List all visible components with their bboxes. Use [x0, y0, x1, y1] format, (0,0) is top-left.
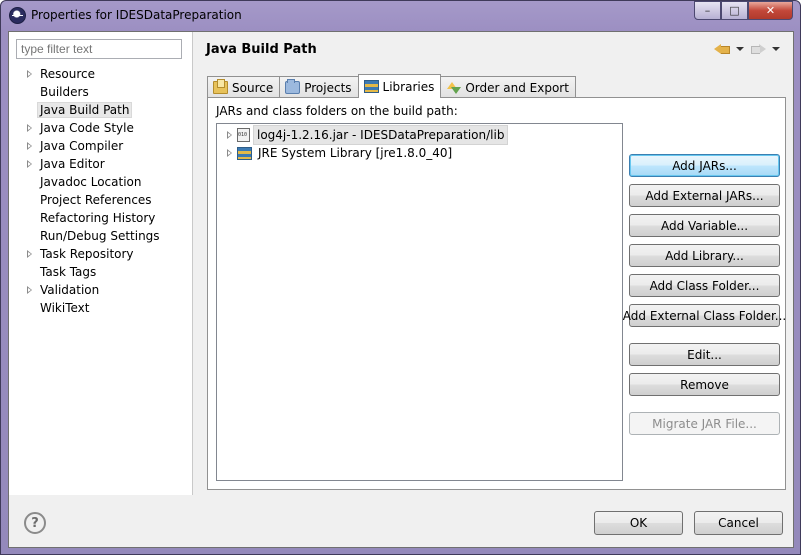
library-entry-log4j[interactable]: log4j-1.2.16.jar - IDESDataPreparation/l…	[217, 125, 622, 145]
tree-item-validation[interactable]: Validation	[9, 281, 193, 299]
tree-item-label: Project References	[40, 193, 152, 207]
tree-item-label: WikiText	[40, 301, 90, 315]
migrate-jar-button: Migrate JAR File...	[629, 412, 780, 435]
tree-item-label: Task Repository	[40, 247, 134, 261]
tree-item-label: Refactoring History	[40, 211, 156, 225]
tab-label: Libraries	[382, 79, 435, 94]
tree-item-javadoc-location[interactable]: Javadoc Location	[9, 173, 193, 191]
minimize-button[interactable]: –	[694, 1, 721, 20]
tree-item-label: Java Build Path	[37, 102, 133, 118]
build-path-tabs: Source Projects Libraries Order and Expo…	[207, 74, 576, 98]
tree-item-task-tags[interactable]: Task Tags	[9, 263, 193, 281]
edit-button[interactable]: Edit...	[629, 343, 780, 366]
tree-item-java-code-style[interactable]: Java Code Style	[9, 119, 193, 137]
projects-folder-icon	[285, 79, 301, 94]
tree-item-resource[interactable]: Resource	[9, 65, 193, 83]
add-library-button[interactable]: Add Library...	[629, 244, 780, 267]
expand-arrow-icon[interactable]	[27, 142, 32, 150]
title-bar[interactable]: Properties for IDESDataPreparation – □ ✕	[1, 1, 800, 31]
back-arrow-icon[interactable]	[714, 42, 730, 56]
libraries-icon	[363, 80, 379, 93]
remove-button[interactable]: Remove	[629, 373, 780, 396]
library-entry-label: log4j-1.2.16.jar - IDESDataPreparation/l…	[253, 125, 509, 145]
tab-libraries[interactable]: Libraries	[357, 74, 442, 98]
order-export-icon	[446, 81, 462, 94]
libraries-heading: JARs and class folders on the build path…	[216, 104, 458, 118]
property-tree: Resource Builders Java Build Path Java C…	[9, 65, 193, 317]
tab-projects[interactable]: Projects	[279, 76, 359, 98]
tree-item-java-editor[interactable]: Java Editor	[9, 155, 193, 173]
tab-label: Source	[232, 80, 274, 95]
tree-item-label: Java Editor	[40, 157, 105, 171]
tree-item-refactoring-history[interactable]: Refactoring History	[9, 209, 193, 227]
libraries-panel: JARs and class folders on the build path…	[207, 97, 786, 490]
tree-item-label: Run/Debug Settings	[40, 229, 160, 243]
tree-item-builders[interactable]: Builders	[9, 83, 193, 101]
expand-arrow-icon[interactable]	[27, 124, 32, 132]
library-entry-jre[interactable]: JRE System Library [jre1.8.0_40]	[217, 144, 622, 162]
eclipse-icon	[9, 7, 26, 24]
history-nav	[714, 42, 780, 56]
library-entry-label: JRE System Library [jre1.8.0_40]	[258, 146, 453, 160]
tree-item-task-repository[interactable]: Task Repository	[9, 245, 193, 263]
properties-window: Properties for IDESDataPreparation – □ ✕…	[0, 0, 801, 555]
tree-item-run-debug-settings[interactable]: Run/Debug Settings	[9, 227, 193, 245]
library-tree[interactable]: log4j-1.2.16.jar - IDESDataPreparation/l…	[216, 123, 623, 481]
property-page-nav: Resource Builders Java Build Path Java C…	[9, 32, 193, 495]
view-menu-icon[interactable]	[772, 47, 780, 51]
tree-item-label: Java Compiler	[40, 139, 124, 153]
tree-item-label: Resource	[40, 67, 96, 81]
tree-item-label: Validation	[40, 283, 100, 297]
tree-item-label: Builders	[40, 85, 89, 99]
expand-arrow-icon[interactable]	[27, 250, 32, 258]
tree-item-project-references[interactable]: Project References	[9, 191, 193, 209]
back-dropdown-icon[interactable]	[736, 47, 744, 51]
add-jars-button[interactable]: Add JARs...	[629, 154, 780, 177]
property-page: Java Build Path Source Projects Librarie…	[194, 32, 793, 495]
tree-item-label: Task Tags	[40, 265, 97, 279]
add-external-class-folder-button[interactable]: Add External Class Folder...	[623, 304, 786, 327]
tree-item-wikitext[interactable]: WikiText	[9, 299, 193, 317]
tab-label: Order and Export	[465, 80, 569, 95]
cancel-button[interactable]: Cancel	[694, 511, 783, 535]
tab-source[interactable]: Source	[207, 76, 281, 98]
source-folder-icon	[213, 79, 228, 94]
expand-arrow-icon[interactable]	[27, 160, 32, 168]
dialog-body: Resource Builders Java Build Path Java C…	[8, 31, 794, 548]
filter-input[interactable]	[16, 39, 182, 59]
tab-label: Projects	[304, 80, 352, 95]
expand-arrow-icon[interactable]	[227, 149, 232, 157]
expand-arrow-icon[interactable]	[27, 70, 32, 78]
expand-arrow-icon[interactable]	[27, 286, 32, 294]
add-variable-button[interactable]: Add Variable...	[629, 214, 780, 237]
tree-item-label: Javadoc Location	[40, 175, 142, 189]
add-external-jars-button[interactable]: Add External JARs...	[629, 184, 780, 207]
library-icon	[237, 146, 252, 160]
window-controls: – □ ✕	[694, 1, 793, 21]
help-icon[interactable]: ?	[24, 512, 46, 534]
add-class-folder-button[interactable]: Add Class Folder...	[629, 274, 780, 297]
window-title: Properties for IDESDataPreparation	[31, 8, 242, 22]
expand-arrow-icon[interactable]	[227, 131, 232, 139]
tree-item-java-compiler[interactable]: Java Compiler	[9, 137, 193, 155]
close-button[interactable]: ✕	[748, 1, 793, 20]
tree-item-java-build-path[interactable]: Java Build Path	[9, 101, 193, 119]
maximize-button[interactable]: □	[721, 1, 748, 20]
tab-order-and-export[interactable]: Order and Export	[440, 76, 576, 98]
jar-icon	[237, 128, 250, 142]
forward-arrow-icon[interactable]	[750, 42, 766, 56]
tree-item-label: Java Code Style	[40, 121, 134, 135]
ok-button[interactable]: OK	[594, 511, 683, 535]
page-title: Java Build Path	[206, 42, 317, 57]
